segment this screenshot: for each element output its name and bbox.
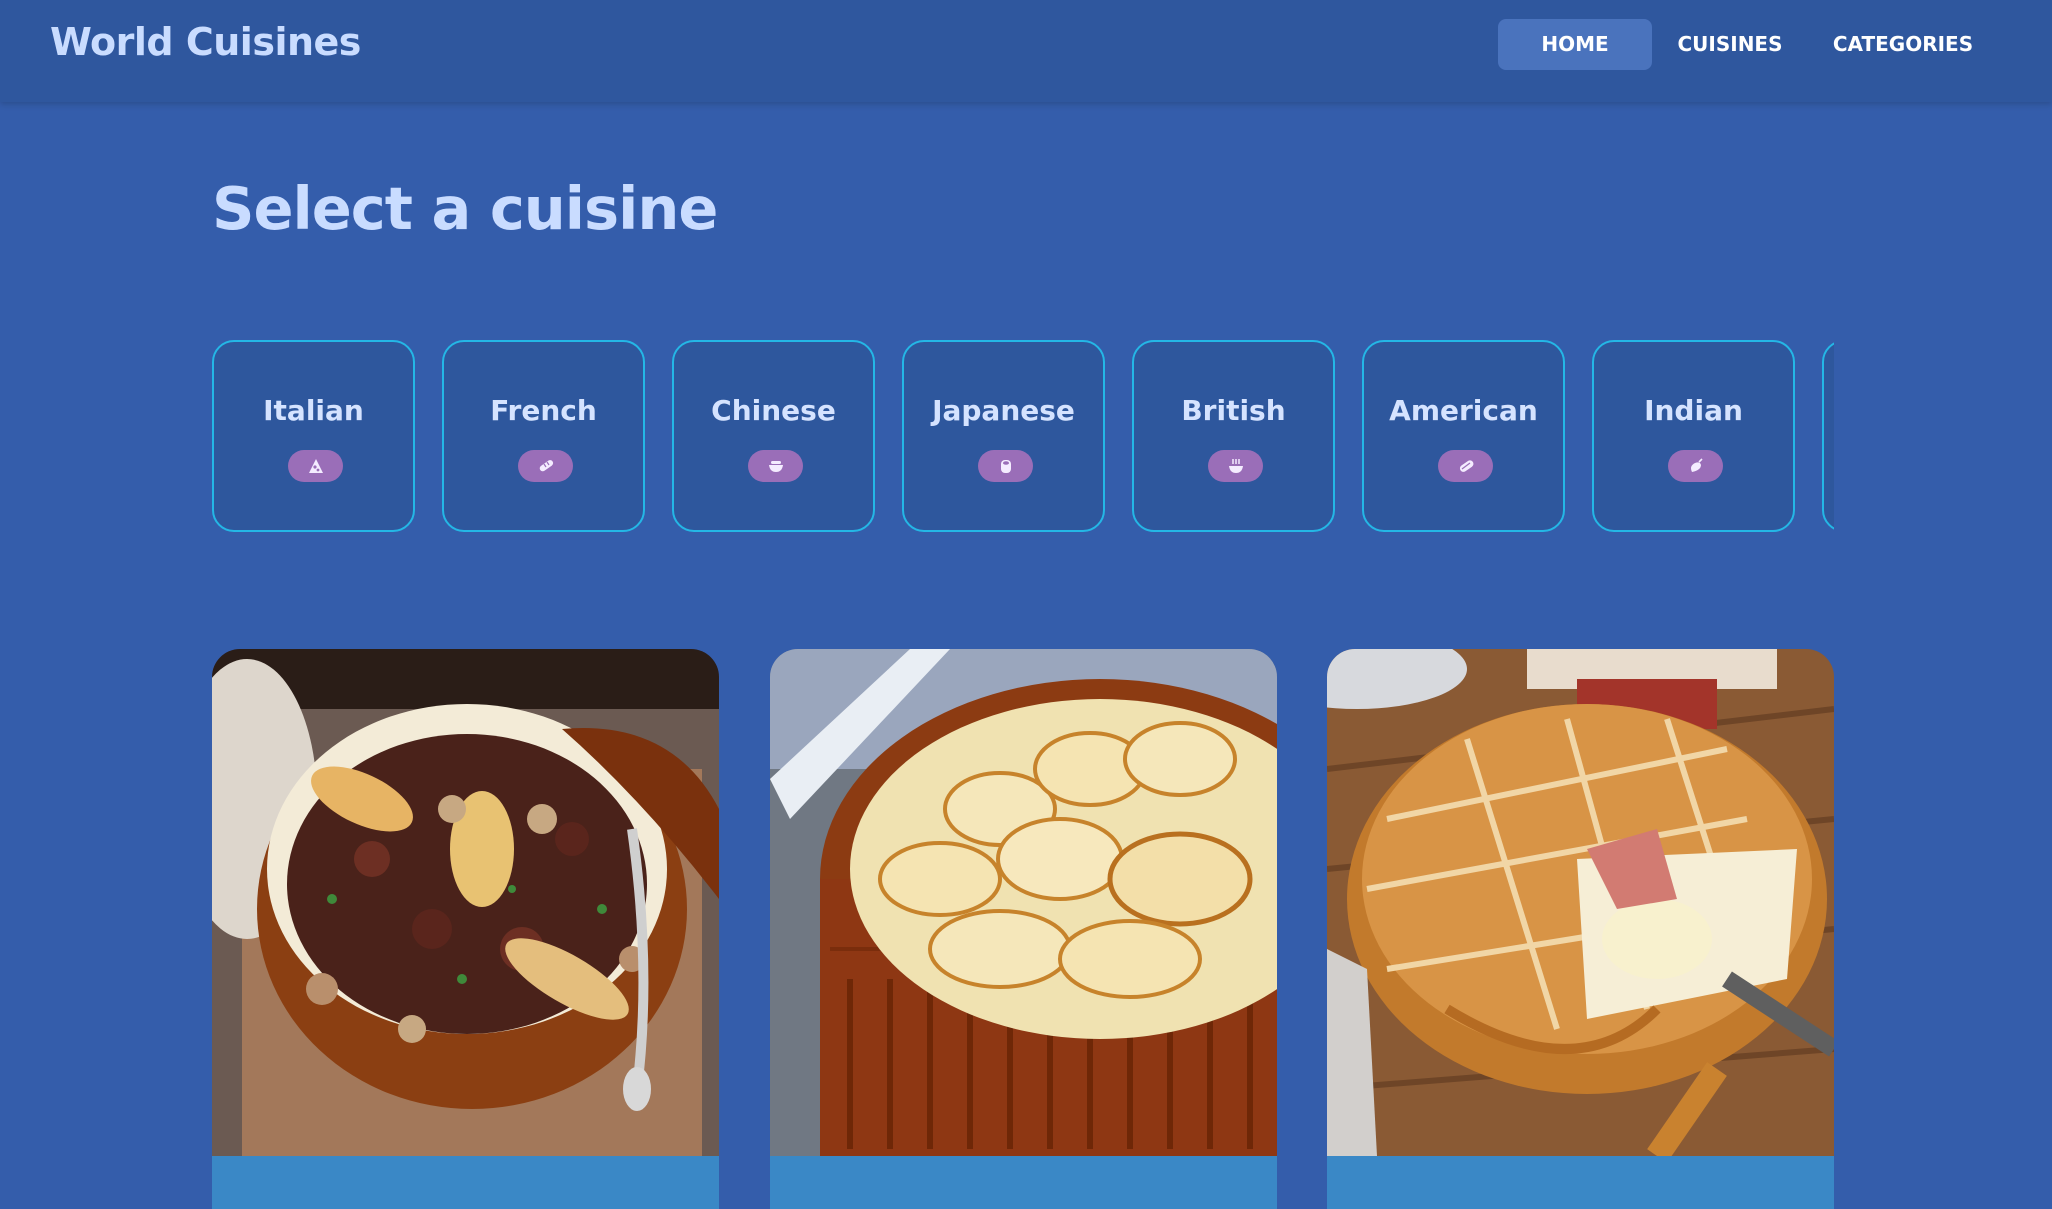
cuisine-badge — [518, 450, 573, 482]
cheese-pastry-image — [1327, 649, 1834, 1156]
cuisine-card-indian[interactable]: Indian — [1592, 340, 1795, 532]
dish-card[interactable] — [770, 649, 1277, 1209]
cuisine-label: Italian — [263, 394, 364, 427]
cuisine-card-british[interactable]: British — [1132, 340, 1335, 532]
bowl-icon — [768, 461, 783, 472]
pizza-slice-icon — [308, 459, 323, 473]
dish-card-footer — [770, 1156, 1277, 1209]
page-title: Select a cuisine — [212, 174, 718, 243]
cuisine-badge — [1668, 450, 1723, 482]
nav-categories[interactable]: CATEGORIES — [1818, 19, 1988, 70]
baguette-icon — [539, 460, 553, 472]
beef-stew-image — [212, 649, 719, 1156]
cuisine-card-japanese[interactable]: Japanese — [902, 340, 1105, 532]
dish-card[interactable] — [212, 649, 719, 1209]
cuisine-label: American — [1389, 394, 1538, 427]
top-navigation-bar: World Cuisines HOME CUISINES CATEGORIES — [0, 0, 2052, 102]
cuisine-label: Chinese — [711, 394, 836, 427]
cuisine-card-american[interactable]: American — [1362, 340, 1565, 532]
cuisine-label: Indian — [1644, 394, 1743, 427]
cuisine-selector[interactable]: Italian French Chinese Japanese British … — [212, 340, 1834, 535]
cuisine-badge — [1438, 450, 1493, 482]
cuisine-badge — [1208, 450, 1263, 482]
cuisine-badge — [978, 450, 1033, 482]
hot-bowl-icon — [1228, 459, 1243, 473]
cuisine-label: Japanese — [932, 394, 1075, 427]
pepper-icon — [1690, 458, 1703, 472]
cuisine-card-italian[interactable]: Italian — [212, 340, 415, 532]
dish-card-footer — [1327, 1156, 1834, 1209]
dish-card-footer — [212, 1156, 719, 1209]
cuisine-card-french[interactable]: French — [442, 340, 645, 532]
sushi-roll-icon — [1000, 460, 1011, 473]
cuisine-badge — [748, 450, 803, 482]
cuisine-card-chinese[interactable]: Chinese — [672, 340, 875, 532]
cuisine-card-partial[interactable] — [1822, 340, 1834, 532]
cuisine-label: British — [1181, 394, 1286, 427]
nav-home[interactable]: HOME — [1498, 19, 1652, 70]
cuisine-badge — [288, 450, 343, 482]
app-title[interactable]: World Cuisines — [50, 20, 361, 64]
nav-cuisines[interactable]: CUISINES — [1668, 19, 1792, 70]
potato-gratin-image — [770, 649, 1277, 1156]
cuisine-label: French — [490, 394, 597, 427]
hotdog-icon — [1459, 460, 1473, 472]
dish-card[interactable] — [1327, 649, 1834, 1209]
